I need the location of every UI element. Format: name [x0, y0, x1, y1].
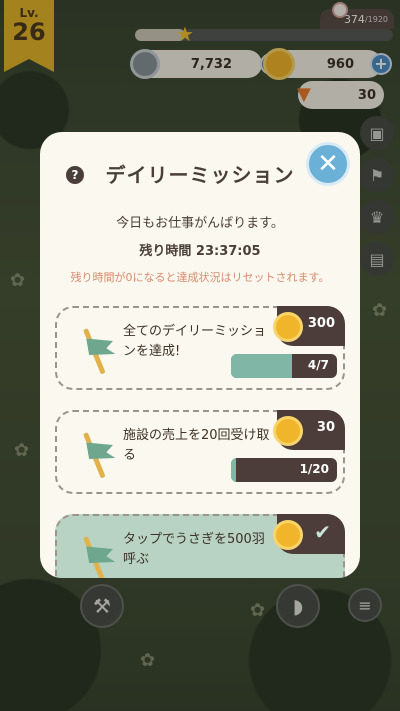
gold-coin-icon [273, 416, 303, 446]
reward-value: 30 [316, 420, 335, 435]
dialog-header: ? デイリーミッション ✕ [40, 132, 360, 208]
reward-value: 300 [307, 316, 335, 331]
mission-progress-fill [231, 354, 292, 378]
mission-progress-bar: 4/7 [231, 354, 337, 378]
check-icon: ✔ [314, 520, 331, 544]
help-icon[interactable]: ? [66, 166, 84, 184]
mission-progress-bar: 1/20 [231, 458, 337, 482]
flag-icon [75, 534, 119, 578]
dialog-subtitle: 今日もお仕事がんばります。 [116, 216, 284, 231]
mission-card[interactable]: 全てのデイリーミッションを達成! 300 4/7 [55, 306, 345, 390]
mission-name: タップでうさぎを500羽呼ぶ [123, 532, 265, 567]
mission-progress-text: 1/20 [299, 462, 329, 476]
mission-card-completed[interactable]: タップでうさぎを500羽呼ぶ ✔ [55, 514, 345, 578]
dialog-title: デイリーミッション [105, 162, 295, 187]
flag-icon [75, 430, 119, 482]
close-button[interactable]: ✕ [306, 142, 350, 186]
mission-progress-fill [231, 458, 237, 482]
gold-coin-icon [273, 312, 303, 342]
gold-coin-icon [273, 520, 303, 550]
time-remaining: 残り時間 23:37:05 [139, 244, 261, 259]
flag-icon [75, 326, 119, 378]
mission-card[interactable]: 施設の売上を20回受け取る 30 1/20 [55, 410, 345, 494]
mission-progress-text: 4/7 [307, 358, 329, 372]
reset-notice: 残り時間が0になると達成状況はリセットされます。 [70, 271, 330, 284]
daily-mission-dialog: ? デイリーミッション ✕ 今日もお仕事がんばります。 残り時間 23:37:0… [40, 132, 360, 578]
